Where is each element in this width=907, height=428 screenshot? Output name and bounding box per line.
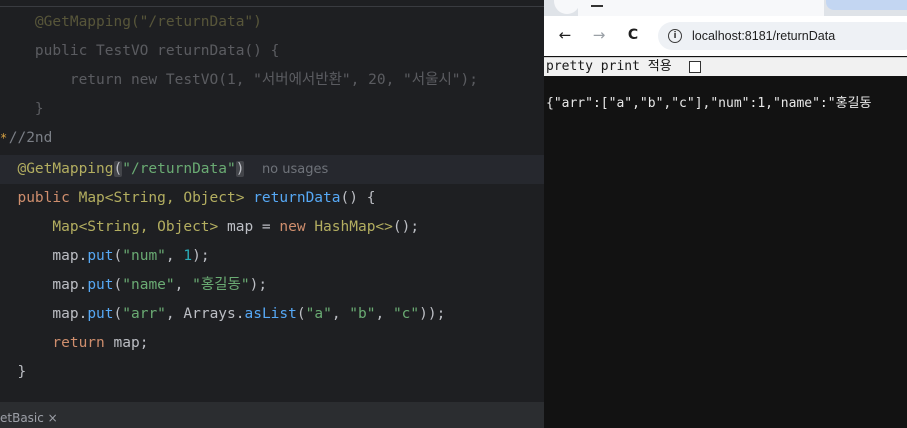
map-type: Map<String, Object> bbox=[52, 219, 219, 235]
fn-put: put bbox=[87, 248, 114, 264]
forward-icon[interactable]: → bbox=[588, 24, 610, 46]
code-line-close: } bbox=[0, 358, 544, 387]
paren-close: ) bbox=[235, 161, 245, 177]
pretty-print-label: pretty print 적용 bbox=[546, 59, 672, 74]
code-line-signature: public Map<String, Object> returnData() … bbox=[0, 184, 544, 213]
end: ); bbox=[192, 248, 210, 264]
annotation-name: @GetMapping bbox=[17, 161, 114, 177]
end: ); bbox=[249, 277, 268, 293]
gutter-marker: * bbox=[0, 131, 8, 145]
code-line-2: public TestVO returnData() { bbox=[0, 37, 544, 66]
back-icon[interactable]: ← bbox=[554, 24, 576, 46]
editor-top-border bbox=[0, 0, 544, 7]
json-response-text: {"arr":["a","b","c"],"num":1,"name":"홍길동 bbox=[546, 96, 872, 111]
sep: , bbox=[375, 306, 393, 322]
code-line-put-name: map.put("name", "홍길동"); bbox=[0, 271, 544, 300]
arg-a: "a" bbox=[305, 306, 332, 322]
usage-hint[interactable]: no usages bbox=[262, 162, 328, 177]
arg-c: "c" bbox=[392, 306, 420, 322]
class-arrays: Arrays. bbox=[183, 306, 245, 322]
code-line-1: @GetMapping("/returnData") bbox=[0, 8, 544, 37]
return-type: Map<String, Object> bbox=[78, 190, 245, 206]
decl-end: (); bbox=[392, 219, 420, 235]
address-bar[interactable]: i localhost:8181/returnData bbox=[658, 22, 907, 50]
paren-open: ( bbox=[113, 161, 123, 177]
run-tool-tab[interactable]: etBasic × bbox=[0, 402, 544, 428]
signature-rest: () { bbox=[340, 190, 376, 206]
code-line-return: return map; bbox=[0, 329, 544, 358]
code-line-put-num: map.put("num", 1); bbox=[0, 242, 544, 271]
code-line-4: } bbox=[0, 95, 544, 124]
url-text[interactable]: localhost:8181/returnData bbox=[692, 22, 835, 50]
code-text: return new TestVO(1, "서버에서반환", 20, "서울시"… bbox=[0, 72, 478, 88]
code-editor[interactable]: @GetMapping("/returnData") public TestVO… bbox=[0, 0, 544, 428]
browser-tab[interactable] bbox=[578, 0, 824, 16]
fn-put: put bbox=[87, 277, 114, 293]
value: 1 bbox=[183, 248, 193, 264]
fn-aslist: asList bbox=[244, 306, 297, 322]
key: "num" bbox=[122, 248, 166, 264]
pretty-print-bar: pretty print 적용 bbox=[544, 57, 907, 76]
tab-search-button[interactable] bbox=[554, 0, 580, 14]
code-text: public TestVO returnData() { bbox=[0, 43, 280, 59]
code-text: } bbox=[0, 101, 44, 117]
code-text: @GetMapping("/returnData") bbox=[0, 14, 262, 30]
new-tab-area[interactable] bbox=[826, 0, 907, 10]
obj: map. bbox=[52, 248, 88, 264]
tab-favicon-icon bbox=[591, 0, 603, 7]
paren: ( bbox=[113, 248, 123, 264]
kw-return: return bbox=[52, 335, 105, 351]
kw-new: new bbox=[279, 219, 306, 235]
sep: , bbox=[165, 306, 184, 322]
key: "arr" bbox=[122, 306, 166, 322]
browser-toolbar: ← → C i localhost:8181/returnData bbox=[544, 16, 907, 56]
code-line-put-arr: map.put("arr", Arrays.asList("a", "b", "… bbox=[0, 300, 544, 329]
arg-b: "b" bbox=[349, 306, 376, 322]
sep: , bbox=[331, 306, 350, 322]
tab-strip bbox=[544, 0, 907, 16]
kw-public: public bbox=[17, 190, 70, 206]
end: )); bbox=[419, 306, 446, 322]
sep: , bbox=[174, 277, 193, 293]
paren: ( bbox=[113, 306, 123, 322]
key: "name" bbox=[122, 277, 175, 293]
ctor-name: HashMap<> bbox=[314, 219, 393, 235]
code-line-3: return new TestVO(1, "서버에서반환", 20, "서울시"… bbox=[0, 66, 544, 95]
method-name: returnData bbox=[253, 190, 341, 206]
pretty-print-checkbox[interactable] bbox=[689, 61, 701, 73]
closing-brace: } bbox=[17, 364, 27, 380]
mapping-path: "/returnData" bbox=[122, 161, 236, 177]
code-line-annotation: @GetMapping("/returnData") no usages bbox=[0, 155, 544, 184]
reload-icon[interactable]: C bbox=[622, 24, 644, 46]
run-tab-label: etBasic × bbox=[0, 411, 58, 425]
fn-put: put bbox=[87, 306, 114, 322]
var-name: map = bbox=[218, 219, 280, 235]
sep: , bbox=[165, 248, 184, 264]
paren: ( bbox=[296, 306, 306, 322]
return-rest: map; bbox=[104, 335, 149, 351]
comment-text: //2nd bbox=[0, 130, 53, 146]
browser-window: ← → C i localhost:8181/returnData pretty… bbox=[544, 0, 907, 428]
paren: ( bbox=[113, 277, 123, 293]
info-icon[interactable]: i bbox=[668, 29, 682, 43]
obj: map. bbox=[52, 306, 88, 322]
code-line-comment: * //2nd bbox=[0, 124, 544, 153]
obj: map. bbox=[52, 277, 88, 293]
value: "홍길동" bbox=[192, 277, 250, 293]
code-line-map-decl: Map<String, Object> map = new HashMap<>(… bbox=[0, 213, 544, 242]
